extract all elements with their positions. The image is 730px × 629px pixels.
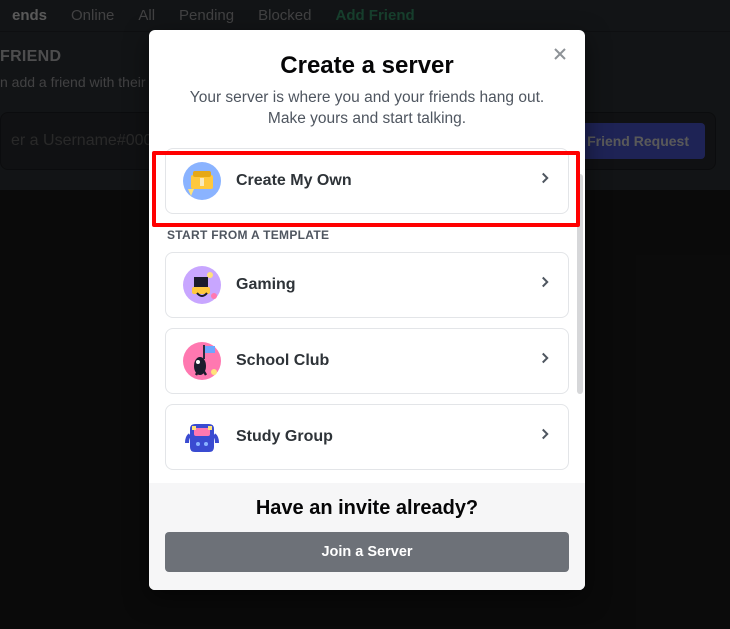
option-label: Gaming <box>236 276 536 294</box>
option-label: Study Group <box>236 428 536 446</box>
join-server-button[interactable]: Join a Server <box>165 532 569 572</box>
create-own-icon <box>180 159 224 203</box>
modal-title: Create a server <box>169 52 565 80</box>
template-section-header: START FROM A TEMPLATE <box>167 228 569 242</box>
chevron-right-icon <box>536 273 554 296</box>
gaming-icon <box>180 263 224 307</box>
study-group-icon <box>180 415 224 459</box>
modal-scrollbar[interactable] <box>577 174 583 394</box>
close-icon <box>550 52 570 67</box>
chevron-right-icon <box>536 349 554 372</box>
chevron-right-icon <box>536 425 554 448</box>
close-button[interactable] <box>547 42 573 68</box>
modal-subtitle: Your server is where you and your friend… <box>177 88 557 130</box>
option-label: School Club <box>236 352 536 370</box>
school-club-icon <box>180 339 224 383</box>
option-gaming[interactable]: Gaming <box>165 252 569 318</box>
invite-prompt: Have an invite already? <box>165 497 569 520</box>
option-label: Create My Own <box>236 172 536 190</box>
option-study-group[interactable]: Study Group <box>165 404 569 470</box>
chevron-right-icon <box>536 169 554 192</box>
option-create-my-own[interactable]: Create My Own <box>165 148 569 214</box>
modal-body: Create My Own START FROM A TEMPLATE Gami… <box>149 132 585 483</box>
modal-header: Create a server Your server is where you… <box>149 30 585 132</box>
option-school-club[interactable]: School Club <box>165 328 569 394</box>
create-server-modal: Create a server Your server is where you… <box>149 30 585 590</box>
modal-footer: Have an invite already? Join a Server <box>149 483 585 590</box>
